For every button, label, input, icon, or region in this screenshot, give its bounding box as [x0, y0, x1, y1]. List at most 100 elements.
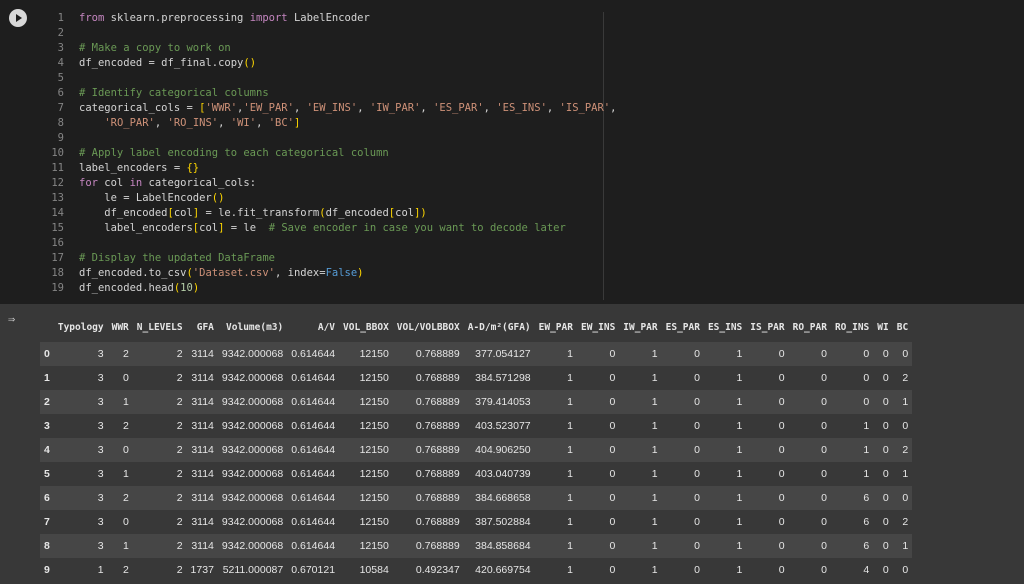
code-line[interactable]: 12 for col in categorical_cols:	[36, 176, 1016, 191]
code-line[interactable]: 11 label_encoders = {}	[36, 161, 1016, 176]
table-cell: 9342.000068	[217, 414, 288, 438]
table-cell: 377.054127	[463, 342, 535, 366]
table-cell: 2	[132, 366, 187, 390]
table-cell: 0	[873, 486, 893, 510]
table-cell: 2	[132, 534, 187, 558]
table-cell: 0.614644	[287, 414, 340, 438]
table-cell: 1	[619, 366, 662, 390]
table-cell: 0.768889	[392, 534, 464, 558]
table-row: 4 3 0 2 3114 9342.000068 0.614644 12150 0.768889…	[40, 438, 913, 462]
table-cell: 0	[746, 462, 789, 486]
code-line[interactable]: 14 df_encoded[col] = le.fit_transform(df…	[36, 206, 1016, 221]
code-line[interactable]: 19 df_encoded.head(10)	[36, 281, 1016, 296]
table-cell: 0.614644	[287, 486, 340, 510]
table-cell: 0	[661, 390, 704, 414]
code-cell: 1 from sklearn.preprocessing import Label…	[0, 0, 1024, 304]
table-row: 3 3 2 2 3114 9342.000068 0.614644 12150 0.768889…	[40, 414, 913, 438]
table-cell: 403.523077	[463, 414, 535, 438]
code-line[interactable]: 1 from sklearn.preprocessing import Label…	[36, 11, 1016, 26]
table-cell: 420.669754	[463, 558, 535, 582]
code-line[interactable]: 6 # Identify categorical columns	[36, 86, 1016, 101]
table-cell: 1	[703, 390, 747, 414]
table-cell: 2	[132, 414, 187, 438]
table-cell: 0	[788, 486, 831, 510]
code-text: categorical_cols = ['WWR','EW_PAR', 'EW_…	[79, 102, 617, 114]
output-toggle-icon[interactable]: ⇒	[8, 312, 26, 326]
code-text: for col in categorical_cols:	[79, 177, 257, 189]
code-line[interactable]: 5	[36, 71, 1016, 86]
table-cell: 1	[703, 462, 747, 486]
table-cell: 5211.000087	[217, 558, 288, 582]
table-row: 1 3 0 2 3114 9342.000068 0.614644 12150 0.768889…	[40, 366, 913, 390]
code-text: label_encoders[col] = le # Save encoder …	[79, 222, 566, 234]
column-header: EW_INS	[580, 321, 616, 333]
cell-output: ⇒ Typology WWR N_LEVELS GFA Volume(m3) A/V VOL…	[0, 304, 1024, 584]
table-cell: 3114	[186, 486, 218, 510]
table-cell: 1	[534, 462, 577, 486]
table-body: 0 3 2 2 3114 9342.000068 0.614644 12150 0.768889…	[40, 342, 913, 582]
table-cell: 0.768889	[392, 414, 464, 438]
line-number: 3	[57, 42, 64, 54]
row-index: 5	[40, 462, 54, 486]
table-cell: 12150	[339, 534, 393, 558]
run-cell-icon[interactable]	[9, 9, 27, 27]
table-cell: 0	[892, 558, 913, 582]
table-cell: 0	[661, 558, 704, 582]
table-cell: 1	[619, 558, 662, 582]
table-cell: 0	[576, 414, 620, 438]
table-cell: 3	[53, 510, 108, 534]
code-line[interactable]: 8 'RO_PAR', 'RO_INS', 'WI', 'BC']	[36, 116, 1016, 131]
code-line[interactable]: 16	[36, 236, 1016, 251]
column-header: WWR	[111, 321, 129, 333]
table-cell: 0.614644	[287, 534, 340, 558]
code-editor[interactable]: 1 from sklearn.preprocessing import Label…	[36, 0, 1024, 304]
table-cell: 6	[830, 486, 874, 510]
row-index: 0	[40, 342, 54, 366]
table-cell: 12150	[339, 342, 393, 366]
code-line[interactable]: 18 df_encoded.to_csv('Dataset.csv', index…	[36, 266, 1016, 281]
table-cell: 3	[53, 390, 108, 414]
table-cell: 3114	[186, 510, 218, 534]
code-line[interactable]: 3 # Make a copy to work on	[36, 41, 1016, 56]
table-cell: 1	[534, 534, 577, 558]
column-header: N_LEVELS	[136, 321, 183, 333]
table-cell: 1	[830, 414, 874, 438]
table-cell: 3	[53, 462, 108, 486]
column-header: EW_PAR	[538, 321, 573, 333]
table-cell: 1	[534, 414, 577, 438]
code-line[interactable]: 17 # Display the updated DataFrame	[36, 251, 1016, 266]
code-line[interactable]: 4 df_encoded = df_final.copy()	[36, 56, 1016, 71]
table-cell: 1	[892, 534, 913, 558]
table-cell: 0	[788, 534, 831, 558]
column-header: Typology	[57, 321, 104, 333]
code-line[interactable]: 2	[36, 26, 1016, 41]
table-cell: 0	[892, 414, 913, 438]
code-line[interactable]: 15 label_encoders[col] = le # Save encod…	[36, 221, 1016, 236]
table-cell: 384.571298	[463, 366, 535, 390]
table-cell: 3	[53, 414, 108, 438]
table-row: 5 3 1 2 3114 9342.000068 0.614644 12150 0.768889…	[40, 462, 913, 486]
line-number: 14	[51, 207, 64, 219]
code-line[interactable]: 9	[36, 131, 1016, 146]
table-cell: 3	[53, 486, 108, 510]
table-cell: 0.614644	[287, 510, 340, 534]
code-line[interactable]: 10 # Apply label encoding to each categor…	[36, 146, 1016, 161]
column-header: VOL_BBOX	[343, 321, 389, 333]
line-number: 8	[57, 117, 64, 129]
table-cell: 0.768889	[392, 390, 464, 414]
table-cell: 3114	[186, 342, 218, 366]
table-cell: 3114	[186, 438, 218, 462]
table-cell: 1	[619, 390, 662, 414]
table-cell: 0	[576, 534, 620, 558]
line-number: 11	[51, 162, 64, 174]
table-cell: 1	[534, 366, 577, 390]
line-number: 7	[57, 102, 64, 114]
line-number: 10	[51, 147, 64, 159]
column-header: BC	[896, 321, 909, 333]
code-text: # Make a copy to work on	[79, 42, 231, 54]
table-cell: 0.614644	[287, 366, 340, 390]
table-cell: 1	[107, 390, 133, 414]
code-line[interactable]: 13 le = LabelEncoder()	[36, 191, 1016, 206]
table-cell: 1	[534, 438, 577, 462]
code-line[interactable]: 7 categorical_cols = ['WWR','EW_PAR', 'EW…	[36, 101, 1016, 116]
